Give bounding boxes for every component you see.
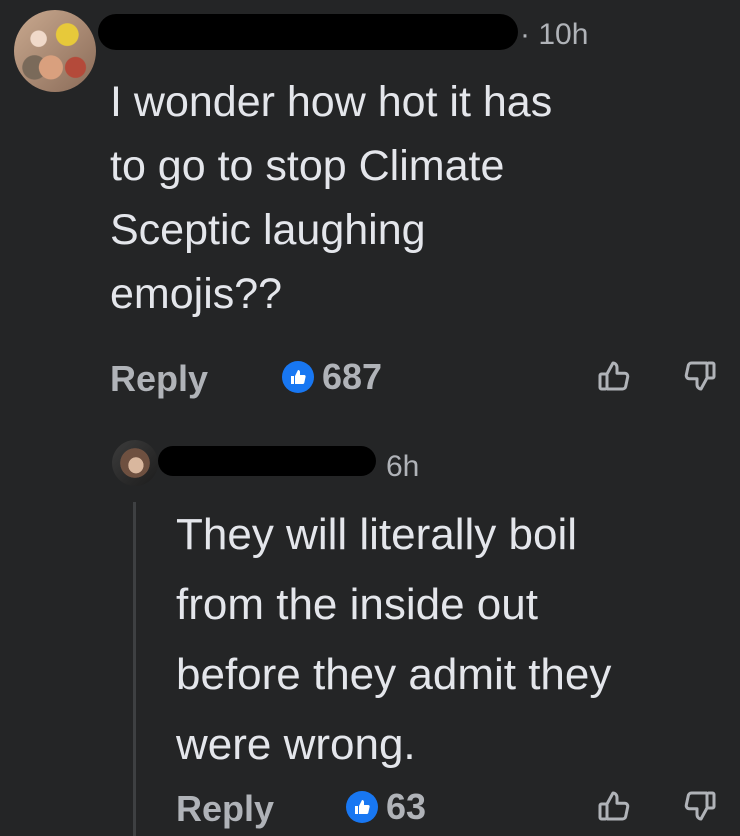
like-count-value: 687 <box>322 356 383 397</box>
thumbs-down-outline-icon <box>684 791 716 821</box>
thumbs-up-badge-icon <box>282 361 314 393</box>
comment-body-line: emojis?? <box>110 270 283 318</box>
like-count[interactable]: 687 <box>282 356 382 398</box>
comment-body-line: I wonder how hot it has <box>110 78 553 126</box>
reply-button[interactable]: Reply <box>176 788 274 830</box>
like-count-value: 63 <box>386 786 427 827</box>
reply-button[interactable]: Reply <box>110 358 208 400</box>
reply-timestamp[interactable]: 6h <box>386 450 419 484</box>
comment-thread: · 10h I wonder how hot it has to go to s… <box>0 0 740 836</box>
thumbs-down-outline-icon <box>684 361 716 391</box>
commenter-avatar[interactable] <box>14 10 96 92</box>
thumbs-up-badge-icon <box>346 791 378 823</box>
reply-body-line: were wrong. <box>176 720 416 769</box>
thumbs-up-outline-icon <box>598 361 630 391</box>
reply-body: They will literally boil from the inside… <box>176 500 611 780</box>
thumbs-up-outline-icon <box>598 791 630 821</box>
comment-body-line: to go to stop Climate <box>110 142 505 190</box>
upvote-button[interactable] <box>594 356 634 396</box>
reply-body-line: from the inside out <box>176 580 538 629</box>
reply-avatar[interactable] <box>112 440 158 486</box>
comment-body-line: Sceptic laughing <box>110 206 426 254</box>
thread-line <box>133 502 136 836</box>
redacted-commenter-name <box>98 14 518 50</box>
upvote-button[interactable] <box>594 786 634 826</box>
like-count[interactable]: 63 <box>346 786 426 828</box>
comment-timestamp[interactable]: · 10h <box>520 18 588 52</box>
redacted-reply-name <box>158 446 376 476</box>
reply-body-line: before they admit they <box>176 650 612 699</box>
comment-body: I wonder how hot it has to go to stop Cl… <box>110 70 552 326</box>
downvote-button[interactable] <box>680 356 720 396</box>
downvote-button[interactable] <box>680 786 720 826</box>
reply-body-line: They will literally boil <box>176 510 578 559</box>
